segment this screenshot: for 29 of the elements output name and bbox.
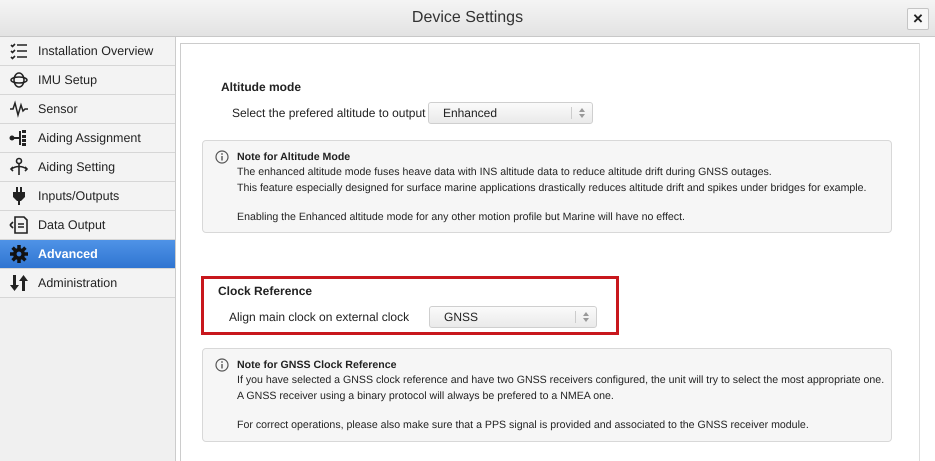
info-icon [215,358,229,372]
orbit-icon [9,70,29,90]
pin-icon [9,157,29,177]
document-arrow-icon [9,215,29,235]
section-title: Clock Reference [218,284,314,298]
branch-icon [9,128,29,148]
note-text: This feature especially designed for surface marine applications drastically reduces altitude drift and spikes under bridges for example. [237,182,866,196]
field-label: Align main clock on external clock [229,310,410,324]
window-title: Device Settings [412,9,524,27]
sidebar-item[interactable]: Advanced [0,240,175,269]
note-title: Note for GNSS Clock Reference [237,359,397,372]
waveform-icon [9,99,29,119]
checklist-icon [9,41,29,61]
note-text: Enabling the Enhanced altitude mode for any other motion profile but Marine will have no effect. [237,210,685,224]
note-title: Note for Altitude Mode [237,151,350,163]
spinner-arrows-icon [575,311,590,324]
spinner-arrows-icon [571,107,586,119]
dropdown[interactable]: GNSS [429,306,597,328]
note-text: If you have selected a GNSS clock reference and have two GNSS receivers configured, the unit will try to select the most appropriate one. [237,374,884,388]
dropdown[interactable]: Enhanced [428,102,593,124]
note-text: For correct operations, please also make sure that a PPS signal is provided and associated to the GNSS receiver module. [237,418,809,433]
info-icon [215,150,229,164]
gear-icon [9,244,29,264]
arrows-icon [9,273,29,293]
close-button[interactable]: × [907,8,929,30]
note-text: The enhanced altitude mode fuses heave data with INS altitude data to reduce altitude drift during GNSS outages. [237,166,772,180]
section-title: Altitude mode [221,80,302,94]
note-text: A GNSS receiver using a binary protocol will always be prefered to a NMEA one. [237,390,614,404]
field-label: Select the prefered altitude to output [232,106,426,120]
